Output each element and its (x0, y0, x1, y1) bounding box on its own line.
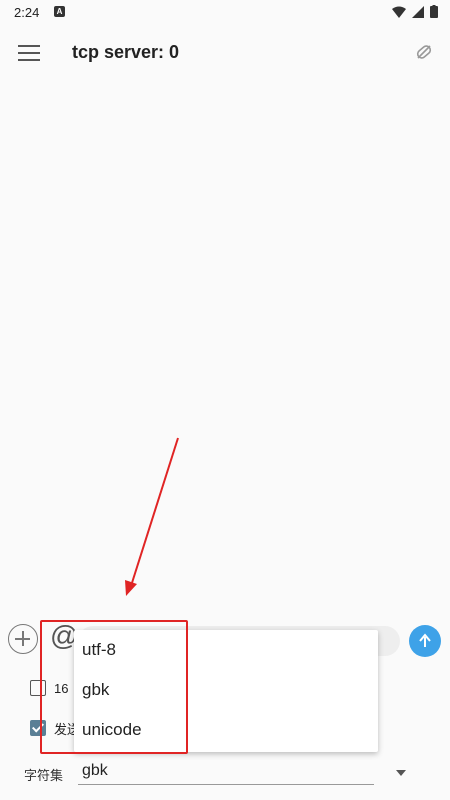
wifi-icon (392, 6, 406, 18)
chevron-down-icon[interactable] (396, 770, 406, 776)
status-icons (392, 5, 438, 18)
app-bar: tcp server: 0 (0, 26, 450, 80)
hamburger-menu-icon[interactable] (18, 43, 40, 63)
signal-icon (412, 5, 424, 18)
status-time: 2:24 (14, 5, 40, 20)
battery-icon (430, 5, 438, 18)
link-off-icon[interactable] (414, 42, 434, 62)
notification-icon: A (54, 6, 65, 17)
charset-row: 字符集 gbk (0, 756, 450, 790)
page-title: tcp server: 0 (72, 42, 180, 62)
send-button[interactable] (409, 625, 441, 657)
charset-label: 字符集 (24, 768, 64, 783)
charset-select[interactable]: gbk (78, 758, 374, 785)
message-log-area (0, 80, 450, 615)
add-icon[interactable] (8, 624, 38, 654)
send-arrow-icon (419, 633, 431, 647)
status-bar: 2:24 A (0, 0, 450, 26)
annotation-highlight-box (40, 620, 188, 754)
charset-selected-value: gbk (82, 762, 108, 779)
